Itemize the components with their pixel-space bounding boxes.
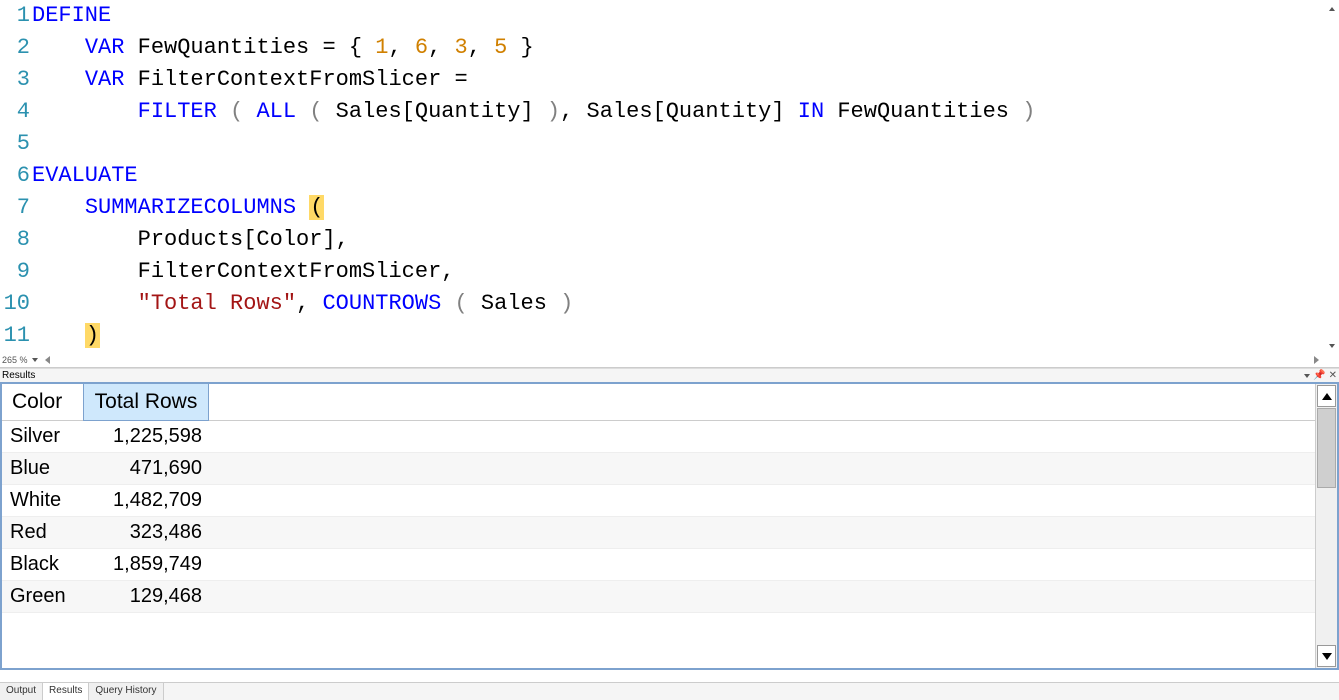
line-number: 10	[0, 288, 30, 320]
cell-color: Red	[2, 517, 84, 548]
scroll-up-icon[interactable]	[1325, 2, 1339, 16]
editor-horizontal-scrollbar[interactable]	[40, 353, 1323, 367]
line-number: 8	[0, 224, 30, 256]
zoom-level: 265 %	[2, 355, 28, 365]
scroll-down-button[interactable]	[1317, 645, 1336, 667]
code-line[interactable]: DEFINE	[32, 0, 1339, 32]
line-number: 1	[0, 0, 30, 32]
scrollbar-thumb[interactable]	[1317, 408, 1336, 488]
line-number: 9	[0, 256, 30, 288]
zoom-indicator[interactable]: 265 %	[0, 353, 38, 367]
code-area[interactable]: DEFINE VAR FewQuantities = { 1, 6, 3, 5 …	[32, 0, 1339, 352]
chevron-down-icon[interactable]	[32, 358, 38, 362]
cell-color: Blue	[2, 453, 84, 484]
pin-icon[interactable]: 📌	[1313, 370, 1325, 381]
line-number: 3	[0, 64, 30, 96]
cell-color: Black	[2, 549, 84, 580]
cell-total: 471,690	[84, 453, 210, 484]
line-number: 2	[0, 32, 30, 64]
line-number: 6	[0, 160, 30, 192]
cell-total: 1,859,749	[84, 549, 210, 580]
line-number: 11	[0, 320, 30, 352]
code-line[interactable]: FILTER ( ALL ( Sales[Quantity] ), Sales[…	[32, 96, 1339, 128]
scroll-up-button[interactable]	[1317, 385, 1336, 407]
cell-total: 1,225,598	[84, 421, 210, 452]
code-line[interactable]: )	[32, 320, 1339, 352]
scrollbar-track[interactable]	[1316, 408, 1337, 644]
code-editor-pane: 1234567891011 DEFINE VAR FewQuantities =…	[0, 0, 1339, 368]
scroll-right-icon[interactable]	[1309, 353, 1323, 367]
grid-body: Silver1,225,598Blue471,690White1,482,709…	[2, 421, 1315, 613]
results-vertical-scrollbar[interactable]	[1315, 384, 1337, 668]
code-container[interactable]: 1234567891011 DEFINE VAR FewQuantities =…	[0, 0, 1339, 352]
cell-total: 129,468	[84, 581, 210, 612]
tab-query-history[interactable]: Query History	[89, 683, 163, 700]
code-line[interactable]: EVALUATE	[32, 160, 1339, 192]
line-number: 5	[0, 128, 30, 160]
cell-color: Silver	[2, 421, 84, 452]
table-row[interactable]: Red323,486	[2, 517, 1315, 549]
tab-results[interactable]: Results	[43, 683, 89, 700]
line-number-gutter: 1234567891011	[0, 0, 32, 352]
code-line[interactable]: VAR FewQuantities = { 1, 6, 3, 5 }	[32, 32, 1339, 64]
code-line[interactable]: FilterContextFromSlicer,	[32, 256, 1339, 288]
code-line[interactable]: "Total Rows", COUNTROWS ( Sales )	[32, 288, 1339, 320]
results-panel-title: Results	[2, 370, 35, 381]
code-line[interactable]: SUMMARIZECOLUMNS (	[32, 192, 1339, 224]
grid-header-row: ColorTotal Rows	[2, 384, 1315, 421]
code-line[interactable]	[32, 128, 1339, 160]
table-row[interactable]: Silver1,225,598	[2, 421, 1315, 453]
results-grid[interactable]: ColorTotal Rows Silver1,225,598Blue471,6…	[2, 384, 1315, 668]
cell-color: Green	[2, 581, 84, 612]
scroll-down-icon[interactable]	[1325, 339, 1339, 353]
tab-output[interactable]: Output	[0, 683, 43, 700]
table-row[interactable]: Green129,468	[2, 581, 1315, 613]
column-header[interactable]: Color	[2, 384, 84, 420]
panel-menu-icon[interactable]	[1304, 374, 1310, 378]
table-row[interactable]: White1,482,709	[2, 485, 1315, 517]
code-line[interactable]: Products[Color],	[32, 224, 1339, 256]
scroll-left-icon[interactable]	[40, 353, 54, 367]
results-pane: ColorTotal Rows Silver1,225,598Blue471,6…	[0, 382, 1339, 670]
line-number: 4	[0, 96, 30, 128]
code-line[interactable]: VAR FilterContextFromSlicer =	[32, 64, 1339, 96]
results-panel-header: Results 📌 ✕	[0, 368, 1339, 382]
bottom-tabs: Output Results Query History	[0, 682, 1339, 700]
line-number: 7	[0, 192, 30, 224]
close-icon[interactable]: ✕	[1329, 370, 1337, 381]
cell-total: 1,482,709	[84, 485, 210, 516]
table-row[interactable]: Black1,859,749	[2, 549, 1315, 581]
table-row[interactable]: Blue471,690	[2, 453, 1315, 485]
cell-color: White	[2, 485, 84, 516]
cell-total: 323,486	[84, 517, 210, 548]
column-header[interactable]: Total Rows	[83, 384, 209, 421]
editor-vertical-scrollbar[interactable]	[1325, 2, 1339, 353]
